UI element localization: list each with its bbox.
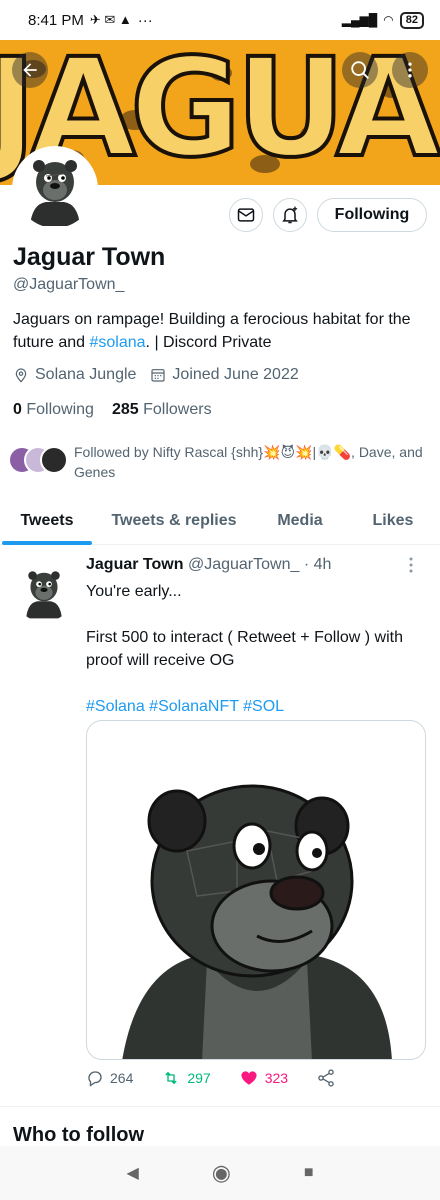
jaguar-avatar-image	[26, 571, 62, 619]
tweet-separator: ·	[303, 556, 310, 573]
tab-tweets[interactable]: Tweets	[0, 497, 94, 545]
join-date: Joined June 2022	[150, 366, 299, 384]
tweet-hashtags[interactable]: #Solana #SolanaNFT #SOL	[86, 695, 431, 718]
follower-avatars	[8, 446, 68, 478]
status-dots: ···	[137, 11, 153, 29]
notification-icons: ✈ ✉ ▲	[89, 12, 132, 27]
bell-plus-icon	[282, 206, 298, 224]
signal-icon: ▂▄▆█	[341, 13, 378, 27]
profile-name: Jaguar Town	[13, 243, 166, 271]
jaguar-nft-image	[122, 784, 392, 1059]
battery-indicator: 82	[399, 11, 424, 29]
tweet-time: 4h	[313, 556, 332, 573]
follow-counts: 0 Following 285 Followers	[13, 401, 212, 419]
following-count: 0	[13, 401, 22, 418]
following-link[interactable]: 0 Following	[13, 401, 94, 419]
share-button[interactable]	[316, 1068, 336, 1088]
tab-tweets-replies[interactable]: Tweets & replies	[94, 497, 254, 545]
retweet-count: 297	[187, 1070, 211, 1086]
calendar-icon	[151, 369, 166, 382]
status-bar: 8:41 PM ✈ ✉ ▲ ··· ▂▄▆█ ◠ 82	[0, 0, 440, 40]
notify-button[interactable]	[273, 198, 307, 232]
like-button[interactable]: 323	[239, 1069, 288, 1087]
tweet-author-handle: @JaguarTown_	[187, 556, 300, 573]
tweet-line: You're early...	[86, 583, 182, 600]
back-arrow-icon	[23, 63, 37, 77]
following-button[interactable]: Following	[317, 198, 427, 232]
tweet-media-image[interactable]	[86, 720, 426, 1060]
back-button[interactable]	[12, 52, 48, 88]
location-text: Solana Jungle	[35, 366, 137, 383]
message-button[interactable]	[229, 198, 263, 232]
section-divider	[0, 1106, 440, 1107]
location-icon	[15, 368, 27, 383]
status-time: 8:41 PM	[28, 11, 84, 29]
nav-back-icon[interactable]: ◀	[126, 1163, 138, 1183]
followers-link[interactable]: 285 Followers	[112, 401, 212, 419]
wifi-icon: ◠	[383, 13, 394, 27]
more-vertical-icon	[409, 557, 413, 573]
search-button[interactable]	[342, 52, 378, 88]
retweet-button[interactable]: 297	[161, 1069, 211, 1087]
bio-text-suffix: . | Discord Private	[145, 334, 272, 351]
tweet-author-avatar[interactable]	[14, 562, 74, 622]
followed-by[interactable]: Followed by Nifty Rascal {shh}💥😈💥|💀💊, Da…	[8, 442, 428, 482]
followers-label: Followers	[143, 401, 212, 418]
retweet-icon	[165, 1071, 178, 1085]
reply-icon	[88, 1071, 102, 1087]
profile-bio: Jaguars on rampage! Building a ferocious…	[13, 308, 433, 354]
search-icon	[351, 61, 369, 79]
profile-avatar[interactable]	[12, 146, 98, 232]
bio-hashtag-link[interactable]: #solana	[90, 334, 146, 351]
mail-icon	[237, 208, 255, 222]
nav-home-icon[interactable]: ◉	[212, 1160, 231, 1186]
heart-icon	[241, 1071, 257, 1085]
like-count: 323	[264, 1070, 289, 1086]
tweet-body: You're early... First 500 to interact ( …	[86, 580, 431, 718]
android-nav-bar: ◀ ◉ ■	[0, 1146, 440, 1200]
profile-tabs: Tweets Tweets & replies Media Likes	[0, 497, 440, 545]
tab-media[interactable]: Media	[254, 497, 346, 545]
tweet-more-button[interactable]	[408, 556, 414, 574]
following-label: Following	[26, 401, 94, 418]
tab-likes[interactable]: Likes	[346, 497, 440, 545]
more-options-button[interactable]	[392, 52, 428, 88]
location: Solana Jungle	[13, 366, 136, 384]
followers-count: 285	[111, 401, 139, 418]
share-icon	[318, 1069, 334, 1087]
profile-meta: Solana Jungle Joined June 2022	[13, 366, 313, 384]
reply-count: 264	[110, 1070, 134, 1086]
join-date-text: Joined June 2022	[172, 366, 299, 383]
tweet-author-name[interactable]: Jaguar Town	[86, 556, 184, 573]
tweet-header: Jaguar Town @JaguarTown_ · 4h	[86, 556, 331, 574]
reply-button[interactable]: 264	[86, 1069, 133, 1087]
followed-by-text: Followed by Nifty Rascal {shh}💥😈💥|💀💊, Da…	[74, 444, 423, 480]
more-vertical-icon	[408, 62, 412, 78]
jaguar-avatar-image	[30, 160, 80, 226]
follower-avatar	[40, 446, 68, 474]
nav-recents-icon[interactable]: ■	[304, 1164, 314, 1182]
profile-handle: @JaguarTown_	[13, 276, 125, 293]
tweet-actions: 264 297 323	[86, 1068, 386, 1088]
who-to-follow-heading: Who to follow	[13, 1124, 145, 1146]
tweet-line: First 500 to interact ( Retweet + Follow…	[86, 629, 403, 669]
